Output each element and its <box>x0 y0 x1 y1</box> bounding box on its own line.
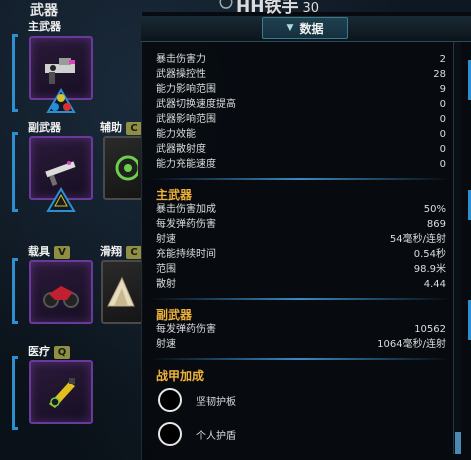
character-level: 30 <box>302 1 320 16</box>
section-divider <box>150 358 450 360</box>
stat-row: 武器散射度 0 <box>156 144 446 155</box>
stat-row: 射速 54毫秒/连射 <box>156 234 446 245</box>
stat-row: 暴击伤害力 2 <box>156 54 446 65</box>
chevron-down-icon: ▼ <box>286 23 294 33</box>
slot-bracket <box>12 132 18 212</box>
slot-label-medical: 医疗 Q <box>28 343 70 359</box>
glider-slot[interactable] <box>101 260 143 324</box>
slot-bracket <box>12 258 18 324</box>
support-gadget-icon <box>115 155 138 181</box>
primary-stats-title: 主武器 <box>156 188 193 202</box>
mod-slots-icon <box>46 88 76 113</box>
stat-row: 武器影响范围 0 <box>156 114 446 125</box>
slot-label-support: 辅助 C <box>100 119 142 135</box>
slot-label-glider: 滑翔 C <box>100 243 142 259</box>
slot-label-vehicle: 载具 V <box>28 243 70 259</box>
secondary-stats-title: 副武器 <box>156 308 193 322</box>
primary-weapon-icon <box>45 58 75 84</box>
stat-row: 充能持续时间 0.54秒 <box>156 249 446 260</box>
slot-label-primary: 主武器 <box>28 20 61 33</box>
stat-row: 射速 1064毫秒/连射 <box>156 339 446 350</box>
stat-row: 能力影响范围 9 <box>156 84 446 95</box>
stat-row: 武器切换速度提高 0 <box>156 99 446 110</box>
stat-row: 范围 98.9米 <box>156 264 446 275</box>
mod-slots-icon <box>46 187 76 212</box>
stat-row: 每发弹药伤害 869 <box>156 219 446 230</box>
stat-row: 每发弹药伤害 10562 <box>156 324 446 335</box>
medkit-injector-icon <box>49 378 75 408</box>
stat-row: 散射 4.44 <box>156 279 446 290</box>
slot-bracket <box>12 356 18 430</box>
armor-bonus-item[interactable]: 坚韧护板 <box>158 388 236 412</box>
secondary-weapon-icon <box>45 161 76 186</box>
section-divider <box>150 178 450 180</box>
armor-bonus-item[interactable]: 个人护盾 <box>158 422 236 446</box>
stat-row: 暴击伤害加成 50% <box>156 204 446 215</box>
medical-slot[interactable] <box>29 360 93 424</box>
character-name: HH铁手 30 <box>236 0 320 17</box>
tab-data[interactable]: ▼ 数据 <box>262 17 348 39</box>
stat-row-cutoff <box>156 40 446 48</box>
armor-bonus-title: 战甲加成 <box>156 369 205 383</box>
support-slot[interactable] <box>103 136 143 200</box>
glider-wings-icon <box>107 276 135 307</box>
slot-label-secondary: 副武器 <box>28 121 61 134</box>
stats-scrollbar[interactable] <box>453 42 461 454</box>
faction-emblem-icon <box>219 0 233 9</box>
slot-bracket <box>12 34 18 112</box>
stat-row: 能力充能速度 0 <box>156 159 446 170</box>
scrollbar-thumb[interactable] <box>455 432 461 454</box>
armor-bonus-icon <box>158 422 182 446</box>
armor-bonus-icon <box>158 388 182 412</box>
vehicle-slot[interactable] <box>29 260 93 324</box>
motorbike-icon <box>43 286 79 308</box>
stat-row: 武器操控性 28 <box>156 69 446 80</box>
section-divider <box>150 298 450 300</box>
stat-row: 能力效能 0 <box>156 129 446 140</box>
loadout-title: 武器 <box>30 3 58 19</box>
